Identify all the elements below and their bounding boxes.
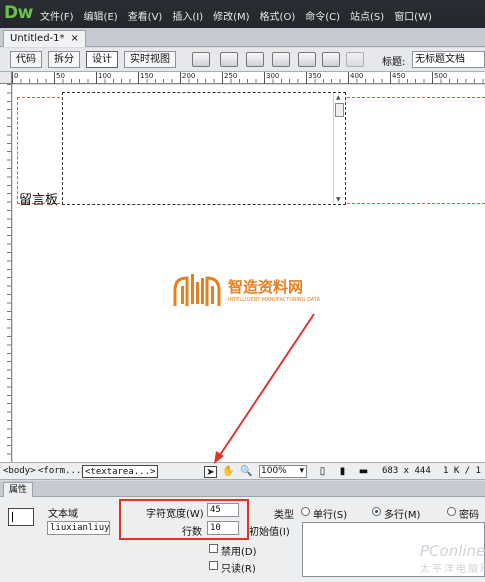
desktop-size-icon[interactable]: ▬ xyxy=(357,466,370,478)
chevron-down-icon: ▾ xyxy=(299,466,304,476)
single-line-label: 单行(S) xyxy=(313,510,348,521)
ruler-tick: 250 xyxy=(222,72,237,84)
watermark-logo: 智造资料网 INTELLIGENT MANUFACTURING DATA xyxy=(171,272,321,312)
window-dimensions[interactable]: 683 x 444 xyxy=(382,466,431,476)
scroll-up-icon[interactable]: ▲ xyxy=(336,94,341,101)
document-tab[interactable]: Untitled-1* × xyxy=(3,30,86,47)
disabled-label: 禁用(D) xyxy=(221,547,257,558)
ruler-tick: 450 xyxy=(390,72,405,84)
site-watermark: PConline 太平洋电脑网 xyxy=(420,542,485,575)
textarea-label: 文本域 xyxy=(48,509,78,520)
design-view-button[interactable]: 设计 xyxy=(86,51,118,68)
visual-aids-icon[interactable] xyxy=(298,52,316,67)
zoom-value: 100% xyxy=(261,466,287,476)
type-label: 类型 xyxy=(274,510,294,521)
multi-line-label: 多行(M) xyxy=(384,510,421,521)
disabled-checkbox[interactable] xyxy=(209,544,218,553)
title-input[interactable]: 无标题文档 xyxy=(412,51,485,68)
menu-view[interactable]: 查看(V) xyxy=(128,8,163,23)
watermark-title: 智造资料网 xyxy=(228,278,304,296)
highlight-box xyxy=(119,499,249,540)
multiscreen-icon[interactable] xyxy=(192,52,210,67)
ruler-tick: 50 xyxy=(54,72,65,84)
code-view-button[interactable]: 代码 xyxy=(10,51,42,68)
refresh-icon[interactable] xyxy=(322,52,340,67)
textarea-type-icon xyxy=(8,508,34,526)
document-tab-title: Untitled-1* xyxy=(10,33,65,44)
ruler-tick: 350 xyxy=(306,72,321,84)
menu-window[interactable]: 窗口(W) xyxy=(394,8,432,23)
site-watermark-main: PConline xyxy=(420,542,485,560)
radio-password[interactable] xyxy=(447,507,456,516)
close-icon[interactable]: × xyxy=(71,31,79,47)
menu-insert[interactable]: 插入(I) xyxy=(172,8,203,23)
ruler-tick: 150 xyxy=(138,72,153,84)
tag-selector-body[interactable]: <body> xyxy=(1,465,38,478)
radio-multi-line[interactable] xyxy=(372,507,381,516)
pointer-tool-icon[interactable]: ➤ xyxy=(204,466,217,478)
reload-icon[interactable] xyxy=(346,52,364,67)
message-board-label: 留言板 xyxy=(19,193,59,208)
tag-selector-textarea[interactable]: <textarea...> xyxy=(82,465,159,478)
tag-selector-form[interactable]: <form...> xyxy=(36,465,89,478)
watermark-emblem-icon xyxy=(173,274,221,306)
live-view-button[interactable]: 实时视图 xyxy=(124,51,176,68)
ruler-tick: 200 xyxy=(180,72,195,84)
file-management-icon[interactable] xyxy=(246,52,264,67)
properties-header: 属性 xyxy=(0,481,485,497)
zoom-tool-icon[interactable]: 🔍 xyxy=(240,466,253,478)
ruler-tick: 0 xyxy=(12,72,18,84)
tablet-size-icon[interactable]: ▮ xyxy=(336,466,349,478)
zoom-select[interactable]: 100% ▾ xyxy=(259,465,307,478)
textarea-element[interactable]: ▲ ▼ xyxy=(62,92,346,205)
preview-browser-icon[interactable] xyxy=(220,52,238,67)
document-size: 1 K / 1 xyxy=(443,466,481,476)
menu-list: 文件(F) 编辑(E) 查看(V) 插入(I) 修改(M) 格式(O) 命令(C… xyxy=(40,8,442,23)
password-label: 密码 xyxy=(459,510,479,521)
menu-format[interactable]: 格式(O) xyxy=(260,8,296,23)
split-view-button[interactable]: 拆分 xyxy=(48,51,80,68)
textarea-scrollbar[interactable]: ▲ ▼ xyxy=(333,93,345,204)
dreamweaver-logo: Dw xyxy=(4,3,33,23)
textarea-name-input[interactable]: liuxianliuyan xyxy=(47,521,110,535)
vertical-ruler xyxy=(0,84,12,462)
scroll-down-icon[interactable]: ▼ xyxy=(336,196,341,203)
ruler-corner[interactable] xyxy=(0,72,12,84)
radio-single-line[interactable] xyxy=(301,507,310,516)
menu-file[interactable]: 文件(F) xyxy=(40,8,74,23)
properties-tab[interactable]: 属性 xyxy=(3,482,34,497)
scroll-thumb[interactable] xyxy=(335,103,344,117)
menu-commands[interactable]: 命令(C) xyxy=(305,8,340,23)
readonly-checkbox[interactable] xyxy=(209,561,218,570)
status-bar: <body> <form...> <textarea...> ➤ ✋ 🔍 100… xyxy=(0,462,485,480)
ruler-tick: 300 xyxy=(264,72,279,84)
window-size-icon[interactable]: ▯ xyxy=(316,466,329,478)
ruler-tick: 400 xyxy=(348,72,363,84)
menu-site[interactable]: 站点(S) xyxy=(350,8,384,23)
initial-value-label: 初始值(I) xyxy=(249,527,290,538)
ruler-tick: 100 xyxy=(96,72,111,84)
document-tab-bar: Untitled-1* × xyxy=(0,28,485,47)
ruler-tick: 500 xyxy=(432,72,447,84)
hand-tool-icon[interactable]: ✋ xyxy=(222,466,235,478)
watermark-subtitle: INTELLIGENT MANUFACTURING DATA xyxy=(228,297,321,303)
w3c-validation-icon[interactable] xyxy=(272,52,290,67)
site-watermark-sub: 太平洋电脑网 xyxy=(420,564,485,575)
horizontal-ruler: 0 50 100 150 200 250 300 350 400 450 500 xyxy=(12,72,485,84)
menu-modify[interactable]: 修改(M) xyxy=(213,8,249,23)
readonly-label: 只读(R) xyxy=(221,564,256,575)
menu-bar: Dw 文件(F) 编辑(E) 查看(V) 插入(I) 修改(M) 格式(O) 命… xyxy=(0,0,485,28)
menu-edit[interactable]: 编辑(E) xyxy=(84,8,118,23)
title-label: 标题: xyxy=(382,57,406,68)
document-toolbar: 代码 拆分 设计 实时视图 标题: 无标题文档 xyxy=(0,48,485,72)
